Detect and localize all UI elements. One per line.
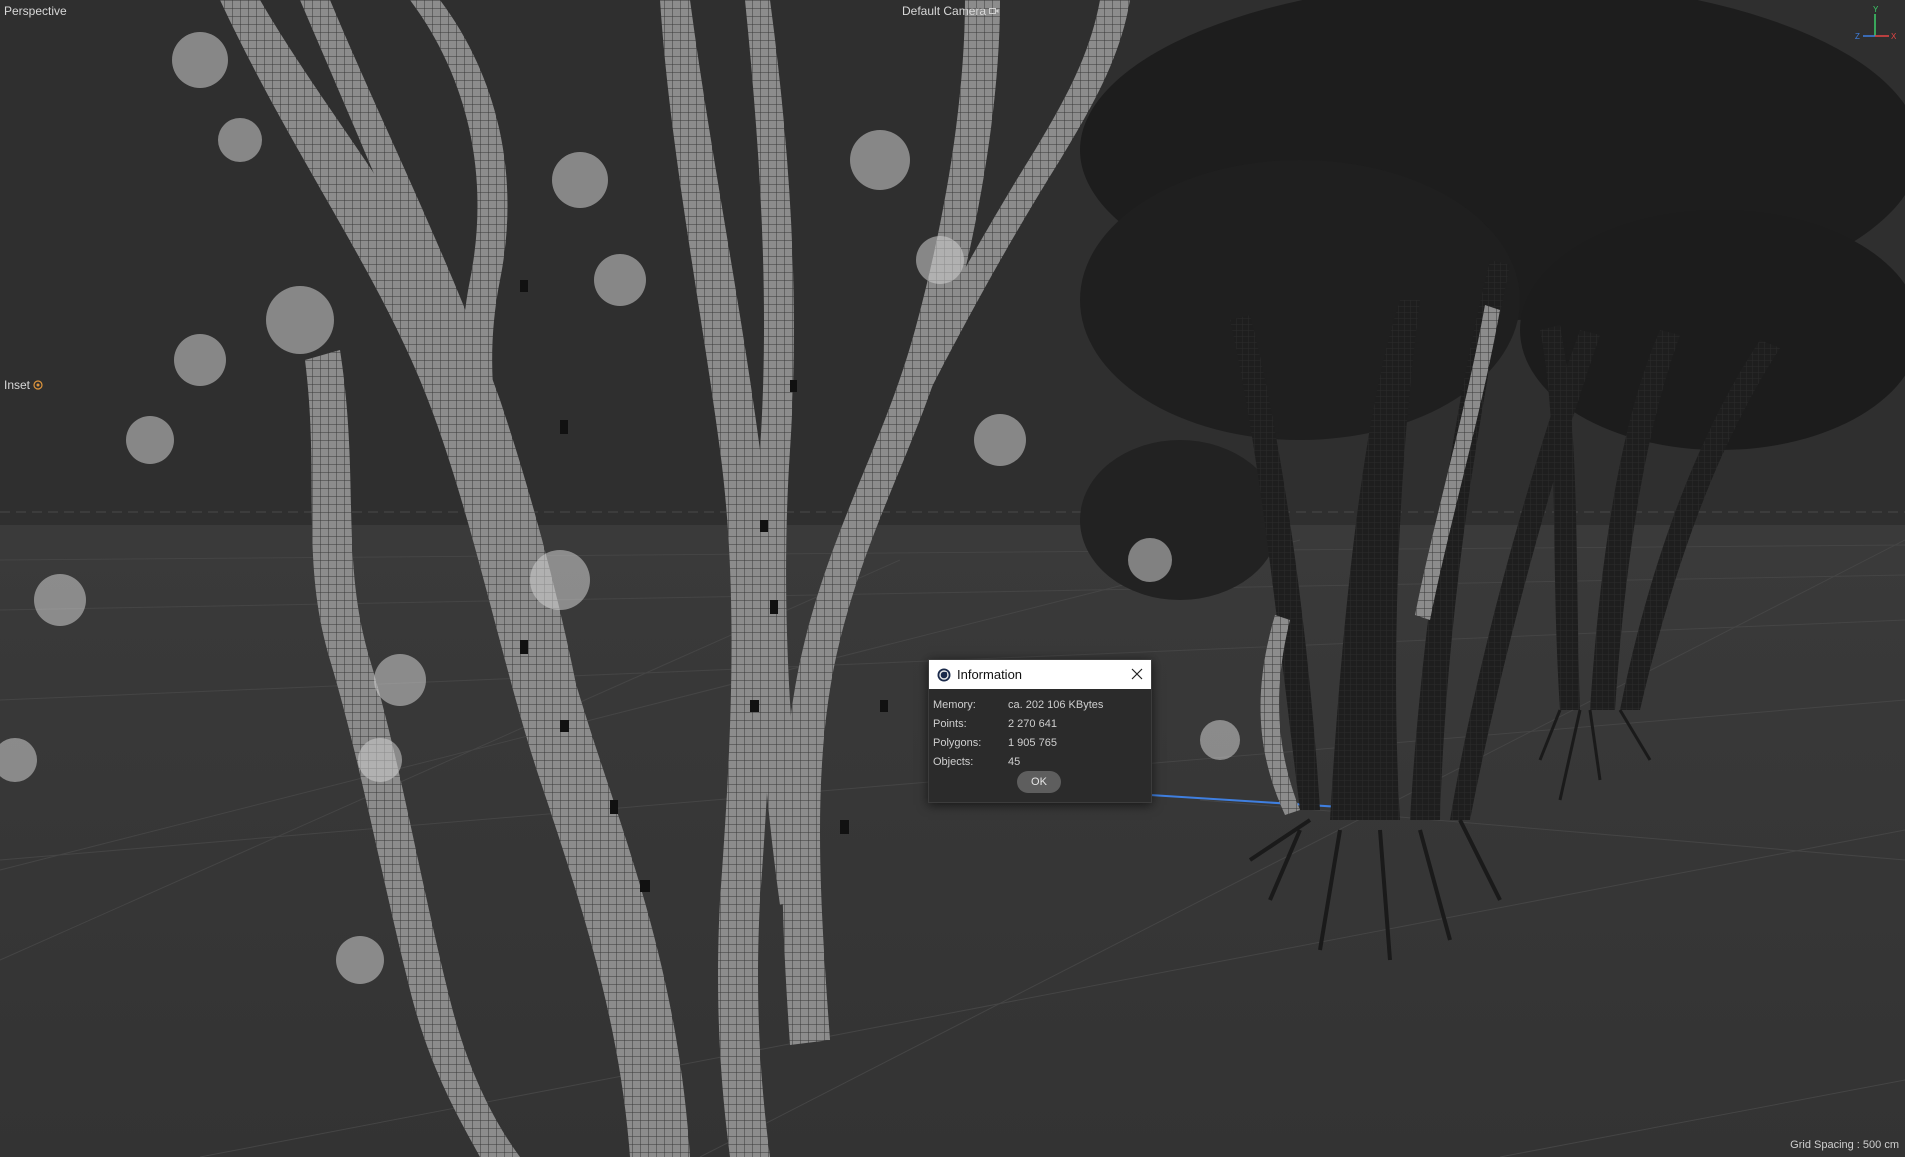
gizmo-y-label: Y (1873, 5, 1879, 14)
info-row-objects: Objects: 45 (933, 752, 1147, 771)
render-icon (33, 380, 43, 390)
dialog-titlebar[interactable]: Information (929, 660, 1151, 689)
info-row-memory: Memory: ca. 202 106 KBytes (933, 695, 1147, 714)
inset-label: Inset (4, 378, 31, 392)
close-icon (1131, 668, 1143, 680)
camera-icon (989, 8, 999, 14)
memory-value: ca. 202 106 KBytes (1008, 698, 1104, 711)
close-button[interactable] (1129, 666, 1145, 682)
gizmo-x-label: X (1891, 32, 1897, 41)
axis-gizmo[interactable]: Y X Z (1851, 4, 1897, 44)
points-value: 2 270 641 (1008, 717, 1057, 730)
grid-spacing-label: Grid Spacing : 500 cm (1790, 1139, 1899, 1151)
information-dialog[interactable]: Information Memory: ca. 202 106 KBytes P… (928, 659, 1152, 803)
points-key: Points: (933, 717, 967, 730)
dialog-title: Information (957, 667, 1023, 682)
memory-key: Memory: (933, 698, 976, 711)
polygons-key: Polygons: (933, 736, 982, 749)
camera-selector[interactable]: Default Camera (902, 4, 999, 18)
cinema4d-icon (937, 668, 951, 681)
inset-toggle[interactable]: Inset (4, 378, 43, 392)
info-row-points: Points: 2 270 641 (933, 714, 1147, 733)
gizmo-z-label: Z (1855, 32, 1860, 41)
view-mode-label[interactable]: Perspective (4, 4, 67, 18)
3d-viewport[interactable]: Perspective Default Camera Inset Grid Sp… (0, 0, 1905, 1157)
objects-key: Objects: (933, 755, 974, 768)
camera-label: Default Camera (902, 4, 987, 18)
dialog-body: Memory: ca. 202 106 KBytes Points: 2 270… (929, 689, 1151, 771)
polygons-value: 1 905 765 (1008, 736, 1057, 749)
scene-canvas[interactable] (0, 0, 1905, 1157)
info-row-polygons: Polygons: 1 905 765 (933, 733, 1147, 752)
ok-button[interactable]: OK (1017, 771, 1061, 793)
objects-value: 45 (1008, 755, 1021, 768)
